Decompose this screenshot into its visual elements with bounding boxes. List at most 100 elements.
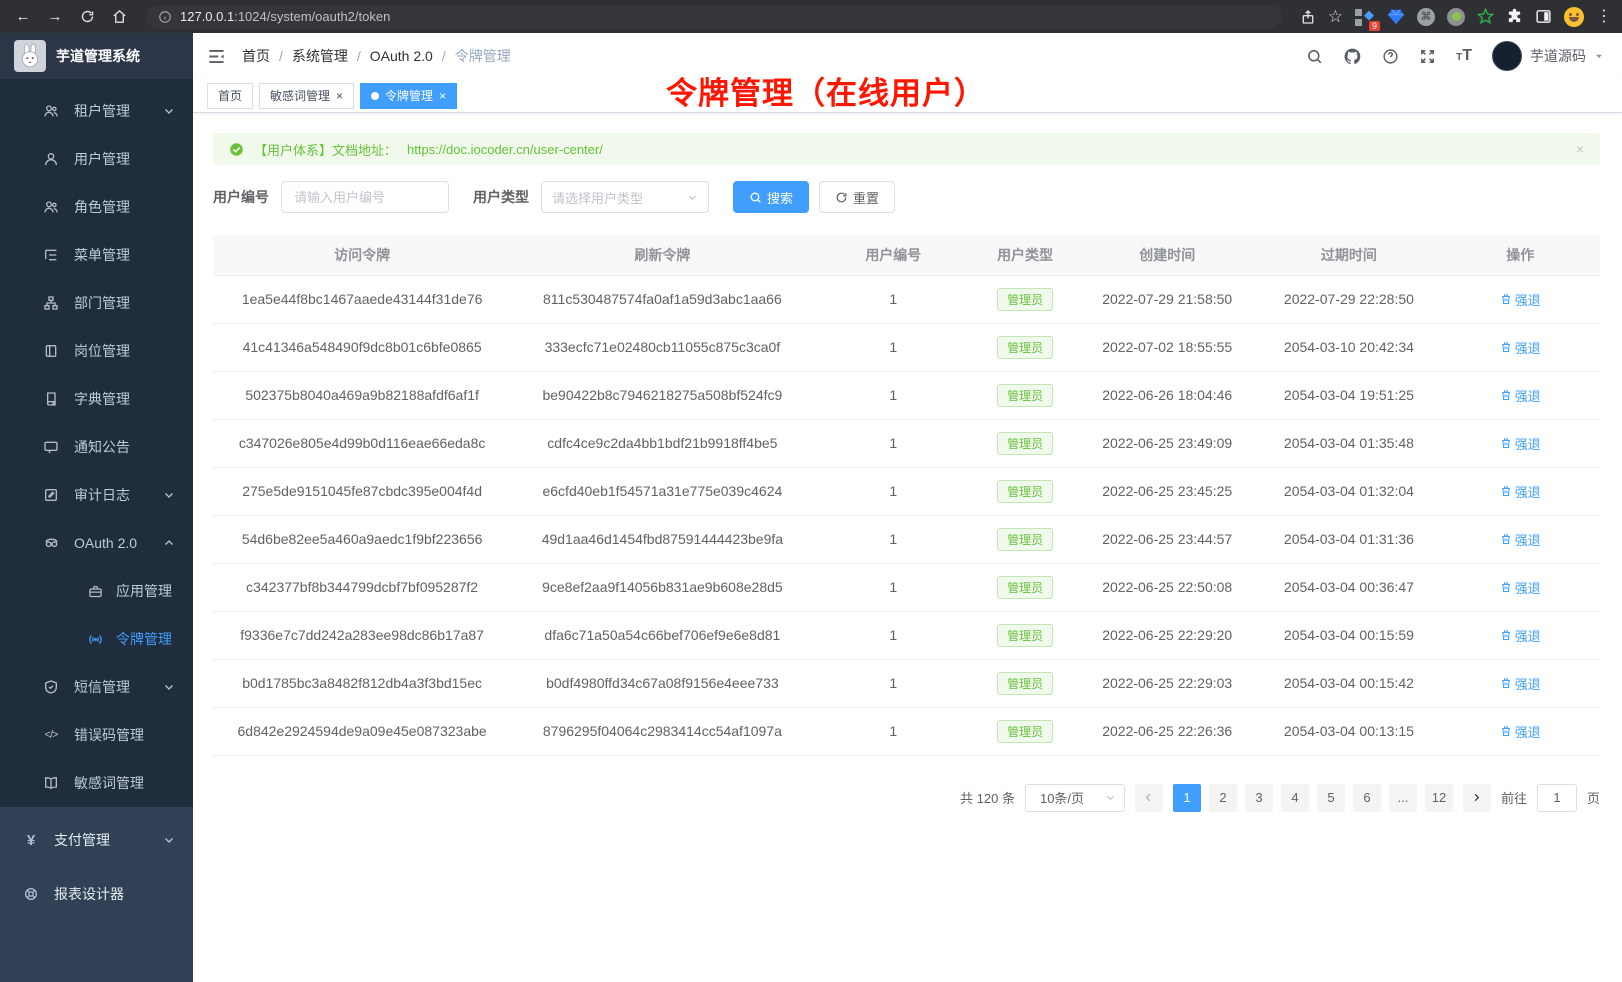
page-number-button[interactable]: ... bbox=[1389, 784, 1417, 812]
sidebar-item-user[interactable]: 用户管理 bbox=[0, 135, 193, 183]
sidebar-item-error-code[interactable]: </> 错误码管理 bbox=[0, 711, 193, 759]
force-logout-button[interactable]: 强退 bbox=[1500, 722, 1541, 741]
page-number-button[interactable]: 5 bbox=[1317, 784, 1345, 812]
filter-form: 用户编号 用户类型 请选择用户类型 搜索 重置 bbox=[213, 181, 1600, 213]
record-extension-icon[interactable] bbox=[1447, 8, 1465, 26]
breadcrumb-home[interactable]: 首页 bbox=[242, 46, 270, 66]
reload-icon[interactable] bbox=[74, 4, 100, 30]
tab-sensitive-word[interactable]: 敏感词管理× bbox=[259, 83, 354, 109]
cell-expire-time: 2054-03-04 00:15:59 bbox=[1257, 611, 1440, 659]
page-number-button[interactable]: 6 bbox=[1353, 784, 1381, 812]
breadcrumb-system[interactable]: 系统管理 bbox=[292, 46, 348, 66]
breadcrumb-current: 令牌管理 bbox=[455, 46, 511, 66]
alert-close-icon[interactable]: × bbox=[1576, 141, 1584, 157]
force-logout-button[interactable]: 强退 bbox=[1500, 530, 1541, 549]
tab-home[interactable]: 首页 bbox=[207, 83, 253, 109]
breadcrumb-oauth2[interactable]: OAuth 2.0 bbox=[370, 48, 433, 64]
sidebar-item-dept[interactable]: 部门管理 bbox=[0, 279, 193, 327]
close-icon[interactable]: × bbox=[336, 90, 343, 102]
sidebar-item-notice[interactable]: 通知公告 bbox=[0, 423, 193, 471]
user-type-badge: 管理员 bbox=[997, 672, 1053, 695]
sidebar-item-dict[interactable]: 字典管理 bbox=[0, 375, 193, 423]
cell-access-token: 275e5de9151045fe87cbdc395e004f4d bbox=[213, 467, 511, 515]
github-icon[interactable] bbox=[1343, 47, 1362, 66]
force-logout-button[interactable]: 强退 bbox=[1500, 434, 1541, 453]
sidebar-item-oauth2[interactable]: OAuth 2.0 bbox=[0, 519, 193, 567]
next-page-button[interactable] bbox=[1463, 784, 1491, 812]
search-button[interactable]: 搜索 bbox=[733, 181, 809, 213]
close-icon[interactable]: × bbox=[439, 90, 446, 102]
goto-page-input[interactable] bbox=[1537, 784, 1577, 812]
force-logout-button[interactable]: 强退 bbox=[1500, 290, 1541, 309]
help-icon[interactable] bbox=[1382, 48, 1399, 65]
puzzle-icon[interactable] bbox=[1506, 8, 1523, 25]
page-number-button[interactable]: 4 bbox=[1281, 784, 1309, 812]
chevron-down-icon bbox=[163, 834, 175, 846]
force-logout-button[interactable]: 强退 bbox=[1500, 674, 1541, 693]
sidebar-item-oauth2-app[interactable]: 应用管理 bbox=[0, 567, 193, 615]
sidebar-fold-icon[interactable] bbox=[207, 47, 226, 66]
sidebar-item-tenant[interactable]: 租户管理 bbox=[0, 87, 193, 135]
cell-refresh-token: cdfc4ce9c2da4bb1bdf21b9918ff4be5 bbox=[511, 419, 813, 467]
table-row: 1ea5e44f8bc1467aaede43144f31de76 811c530… bbox=[213, 275, 1600, 323]
extension-badge: 9 bbox=[1369, 21, 1380, 31]
cell-refresh-token: 49d1aa46d1454fbd87591444423be9fa bbox=[511, 515, 813, 563]
user-id-input[interactable] bbox=[281, 181, 449, 213]
sidebar-item-pay[interactable]: ¥ 支付管理 bbox=[0, 813, 193, 867]
search-icon[interactable] bbox=[1306, 48, 1323, 65]
sidebar-item-sms[interactable]: 短信管理 bbox=[0, 663, 193, 711]
info-icon[interactable] bbox=[158, 10, 172, 24]
share-icon[interactable] bbox=[1300, 9, 1316, 25]
home-icon[interactable] bbox=[106, 4, 132, 30]
avatar bbox=[1492, 41, 1522, 71]
cell-user-id: 1 bbox=[814, 467, 974, 515]
sidebar-item-post[interactable]: 岗位管理 bbox=[0, 327, 193, 375]
sidebar-item-report-designer[interactable]: 报表设计器 bbox=[0, 867, 193, 921]
browser-menu-icon[interactable]: ⋮ bbox=[1596, 9, 1612, 25]
page-buttons: 1 2 3 4 5 6 ... 12 bbox=[1173, 784, 1453, 812]
tree-list-icon bbox=[40, 247, 62, 263]
cell-refresh-token: 333ecfc71e02480cb11055c875c3ca0f bbox=[511, 323, 813, 371]
force-logout-button[interactable]: 强退 bbox=[1500, 482, 1541, 501]
tab-token[interactable]: 令牌管理× bbox=[360, 83, 457, 109]
page-number-button[interactable]: 12 bbox=[1425, 784, 1453, 812]
sidebar-item-audit-log[interactable]: 审计日志 bbox=[0, 471, 193, 519]
cell-user-id: 1 bbox=[814, 563, 974, 611]
url-bar[interactable]: 127.0.0.1:1024/system/oauth2/token bbox=[146, 5, 1282, 29]
doc-link[interactable]: https://doc.iocoder.cn/user-center/ bbox=[407, 142, 603, 157]
fullscreen-icon[interactable] bbox=[1419, 48, 1436, 65]
forward-icon[interactable]: → bbox=[42, 4, 68, 30]
extensions-cluster-icon[interactable]: ◆ 9 bbox=[1355, 7, 1375, 27]
page-size-select[interactable]: 10条/页 bbox=[1025, 784, 1125, 812]
force-logout-button[interactable]: 强退 bbox=[1500, 626, 1541, 645]
reset-button[interactable]: 重置 bbox=[819, 181, 895, 213]
font-size-icon[interactable]: TT bbox=[1456, 47, 1472, 65]
sidebar-item-sensitive-word[interactable]: 敏感词管理 bbox=[0, 759, 193, 807]
sidebar-item-role[interactable]: 角色管理 bbox=[0, 183, 193, 231]
cell-create-time: 2022-06-25 22:26:36 bbox=[1077, 707, 1257, 755]
prev-page-button[interactable] bbox=[1135, 784, 1163, 812]
profile-avatar-icon[interactable] bbox=[1564, 7, 1584, 27]
back-icon[interactable]: ← bbox=[10, 4, 36, 30]
green-star-icon[interactable] bbox=[1477, 8, 1494, 25]
force-logout-button[interactable]: 强退 bbox=[1500, 578, 1541, 597]
cell-user-id: 1 bbox=[814, 275, 974, 323]
table-header-row: 访问令牌 刷新令牌 用户编号 用户类型 创建时间 过期时间 操作 bbox=[213, 235, 1600, 275]
user-type-select[interactable]: 请选择用户类型 bbox=[541, 181, 709, 213]
bookmark-star-icon[interactable]: ☆ bbox=[1328, 8, 1343, 25]
shield-check-icon bbox=[40, 679, 62, 695]
split-screen-icon[interactable] bbox=[1535, 8, 1552, 25]
check-circle-icon bbox=[229, 142, 244, 157]
force-logout-button[interactable]: 强退 bbox=[1500, 386, 1541, 405]
sidebar-item-menu[interactable]: 菜单管理 bbox=[0, 231, 193, 279]
col-create-time: 创建时间 bbox=[1077, 235, 1257, 275]
sidebar-item-oauth2-token[interactable]: 令牌管理 bbox=[0, 615, 193, 663]
page-number-button[interactable]: 1 bbox=[1173, 784, 1201, 812]
app-logo-row[interactable]: 芋道管理系统 bbox=[0, 33, 193, 79]
gem-icon[interactable] bbox=[1387, 9, 1405, 25]
command-extension-icon[interactable]: ⌘ bbox=[1417, 8, 1435, 26]
page-number-button[interactable]: 2 bbox=[1209, 784, 1237, 812]
force-logout-button[interactable]: 强退 bbox=[1500, 338, 1541, 357]
user-menu[interactable]: 芋道源码 bbox=[1492, 41, 1604, 71]
page-number-button[interactable]: 3 bbox=[1245, 784, 1273, 812]
